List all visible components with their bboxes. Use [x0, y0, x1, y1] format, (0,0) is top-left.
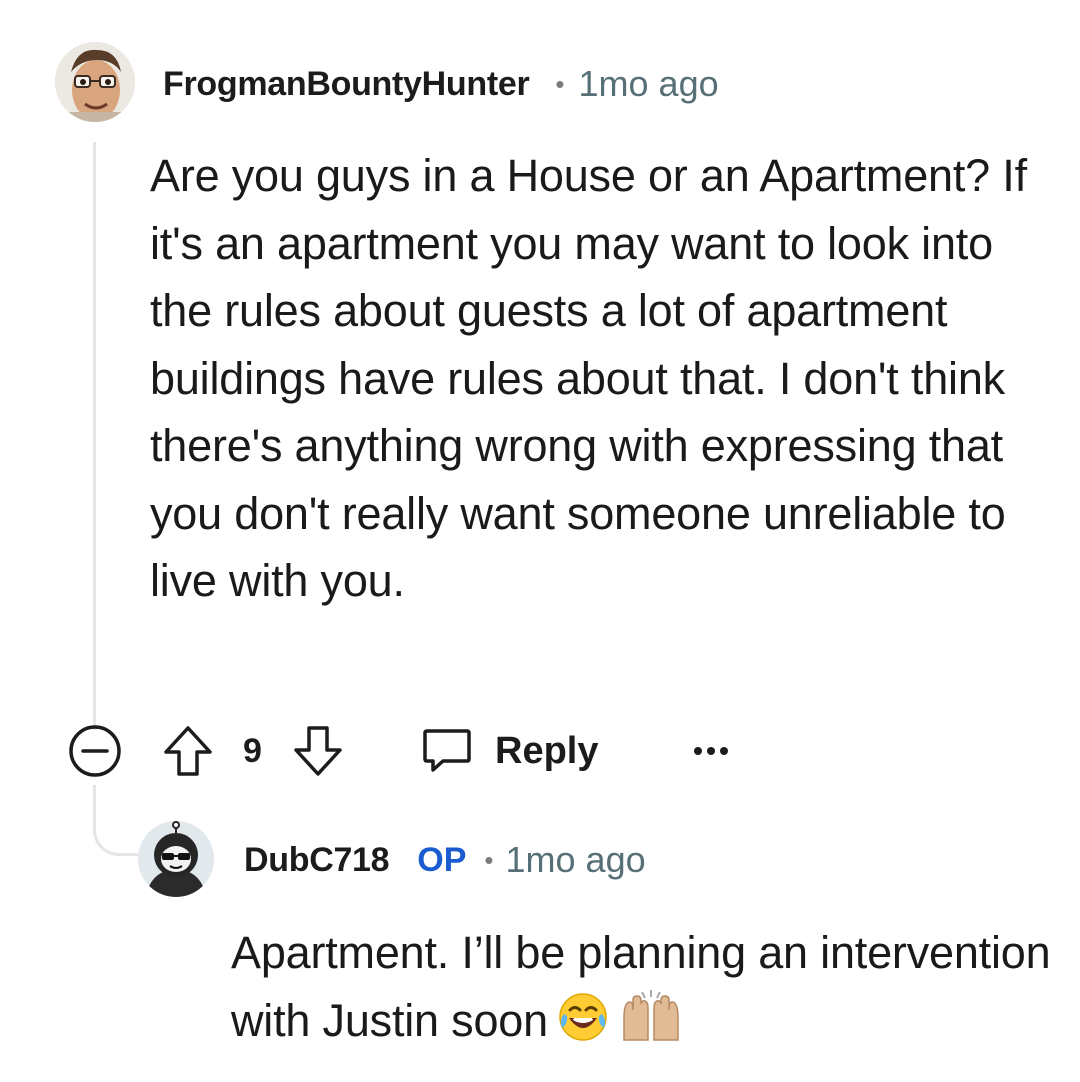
reply-header: DubC718 OP • 1mo ago — [244, 836, 646, 884]
comment-body: Are you guys in a House or an Apartment?… — [150, 150, 1027, 606]
reply-button[interactable]: Reply — [421, 718, 598, 784]
more-options-button[interactable] — [692, 718, 730, 784]
avatar[interactable] — [138, 821, 214, 897]
op-badge: OP — [417, 840, 467, 879]
upvote-button[interactable] — [160, 718, 216, 784]
avatar-image — [55, 42, 135, 122]
downvote-button[interactable] — [290, 718, 346, 784]
ellipsis-icon — [694, 747, 728, 755]
username[interactable]: DubC718 — [244, 841, 390, 880]
vote-count: 9 — [243, 731, 262, 770]
arrow-down-icon — [294, 726, 342, 776]
separator-dot: • — [555, 68, 565, 99]
timestamp[interactable]: 1mo ago — [506, 839, 646, 881]
timestamp[interactable]: 1mo ago — [579, 63, 719, 105]
comment-action-bar: 9 Reply — [66, 718, 966, 784]
reply-label: Reply — [495, 729, 599, 772]
minus-circle-icon — [69, 725, 121, 777]
arrow-up-icon — [164, 726, 212, 776]
username[interactable]: FrogmanBountyHunter — [163, 65, 530, 104]
thread-connector — [93, 800, 141, 856]
vote-score: 9 — [243, 718, 262, 784]
face-with-tears-of-joy-icon — [556, 990, 610, 1063]
reply-body-container: Apartment. I’ll be planning an intervent… — [231, 919, 1051, 1062]
comment-header: FrogmanBountyHunter • 1mo ago — [163, 60, 719, 108]
raising-hands-icon — [618, 988, 684, 1063]
thread-line[interactable] — [93, 142, 96, 730]
separator-dot: • — [484, 844, 494, 875]
speech-bubble-icon — [423, 729, 471, 772]
collapse-button[interactable] — [66, 718, 124, 784]
avatar[interactable] — [55, 42, 135, 122]
avatar-image — [138, 821, 214, 897]
